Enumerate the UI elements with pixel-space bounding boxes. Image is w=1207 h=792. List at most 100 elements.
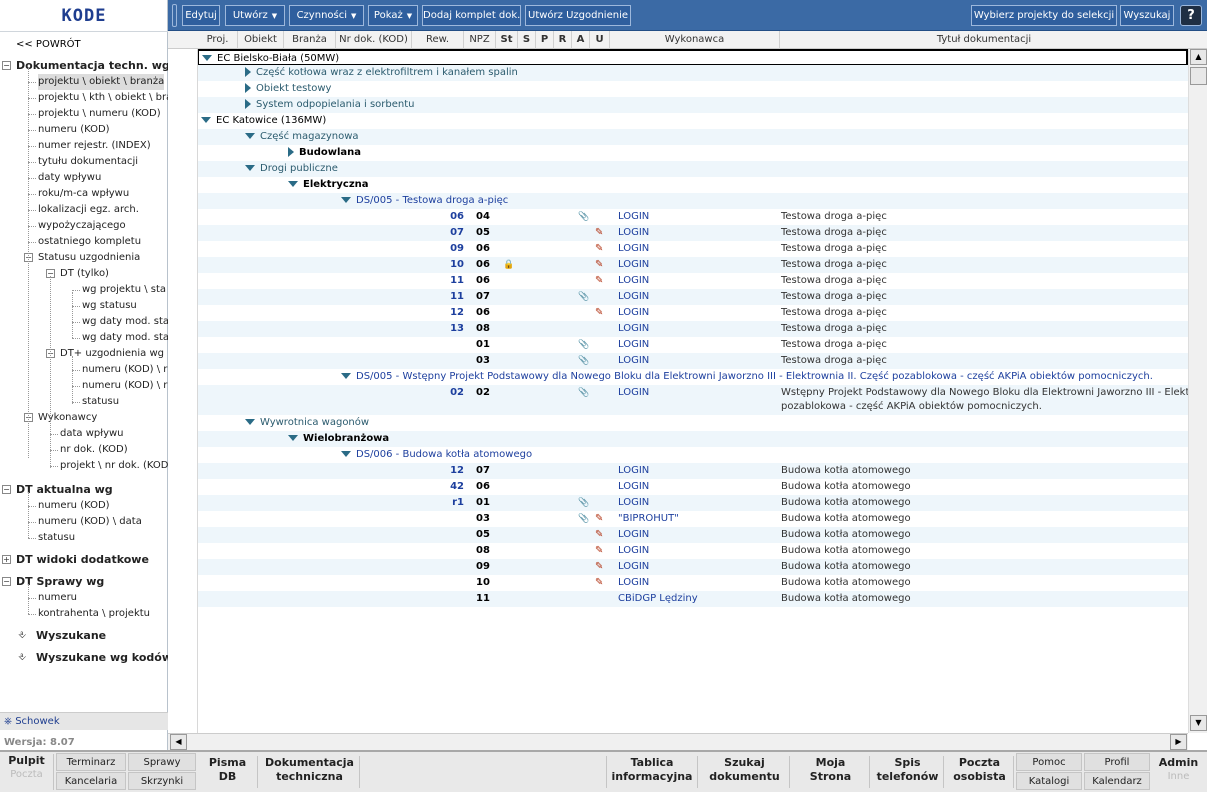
contractor-link[interactable]: LOGIN [618,495,649,511]
create-dropdown[interactable]: Utwórz ▼ [225,5,285,26]
document-row[interactable]: 12 06 ✎ LOGIN Testowa droga a-pięc [198,305,1188,321]
group-obiekt-testowy[interactable]: Obiekt testowy [198,81,1188,97]
document-row[interactable]: 06 04 📎 LOGIN Testowa droga a-pięc [198,209,1188,225]
col-rew[interactable]: Rew. [412,31,464,49]
tree-item-t26[interactable]: DT aktualna wg [16,482,113,498]
tree-item-t0[interactable]: Dokumentacja techn. wg [16,58,168,74]
contractor-link[interactable]: LOGIN [618,463,649,479]
group-drogi-publiczne[interactable]: Drogi publiczne [198,161,1188,177]
nav-szukaj[interactable]: Szukaj dokumentu [700,756,790,788]
tree-item-t17[interactable]: wg daty mod. sta [82,330,168,346]
edit-note-icon[interactable]: ✎ [595,527,603,543]
contractor-link[interactable]: LOGIN [618,289,649,305]
document-row[interactable]: 10 ✎ LOGIN Budowa kotła atomowego [198,575,1188,591]
group-czesc-magazynowa-label[interactable]: Część magazynowa [245,129,359,145]
col-r[interactable]: R [554,31,572,49]
nav-dokumentacja[interactable]: Dokumentacja techniczna [260,756,360,788]
tree-item-t21[interactable]: statusu [82,394,119,410]
document-row[interactable]: 08 ✎ LOGIN Budowa kotła atomowego [198,543,1188,559]
group-ec-bielsko[interactable]: EC Bielsko-Biała (50MW) [198,49,1188,66]
attachment-icon[interactable]: 📎 [578,495,589,511]
show-dropdown[interactable]: Pokaż ▼ [368,5,418,26]
add-set-button[interactable]: Dodaj komplet dok. [422,5,521,26]
contractor-link[interactable]: LOGIN [618,305,649,321]
col-a[interactable]: A [572,31,590,49]
group-czesc-kotlowa[interactable]: Część kotłowa wraz z elektrofiltrem i ka… [198,65,1188,81]
col-npz[interactable]: NPZ [464,31,496,49]
group-wywrotnica[interactable]: Wywrotnica wagonów [198,415,1188,431]
document-row[interactable]: 11 06 ✎ LOGIN Testowa droga a-pięc [198,273,1188,289]
group-ds005-wstepny-label[interactable]: DS/005 - Wstępny Projekt Podstawowy dla … [341,369,1153,385]
contractor-link[interactable]: "BIPROHUT" [618,511,679,527]
tree-item-t32[interactable]: numeru [38,590,77,606]
tree-item-t4[interactable]: numeru (KOD) [38,122,110,138]
search-button[interactable]: Wyszukaj [1120,5,1174,26]
tree-item-t18[interactable]: DT+ uzgodnienia wg [60,346,164,362]
contractor-link[interactable]: LOGIN [618,257,649,273]
nav-poczta-osobista[interactable]: Poczta osobista [946,756,1014,788]
tree-item-t14[interactable]: wg projektu \ sta [82,282,166,298]
group-budowlana-label[interactable]: Budowlana [288,145,361,161]
nav-pulpit[interactable]: Pulpit Poczta [0,754,54,790]
vertical-scrollbar[interactable]: ▲ ▼ [1188,49,1207,733]
tree-item-t5[interactable]: numer rejestr. (INDEX) [38,138,151,154]
horizontal-scrollbar[interactable]: ◀ ▶ [168,733,1188,750]
contractor-link[interactable]: LOGIN [618,225,649,241]
contractor-link[interactable]: LOGIN [618,353,649,369]
expand-triangle-icon[interactable] [288,147,294,157]
nav-pomoc[interactable]: Pomoc [1016,753,1082,771]
scroll-up-icon[interactable]: ▲ [1190,49,1207,65]
select-projects-button[interactable]: Wybierz projekty do selekcji [971,5,1117,26]
nav-kalendarz[interactable]: Kalendarz [1084,772,1150,790]
tree-item-t16[interactable]: wg daty mod. sta [82,314,168,330]
document-row[interactable]: 11 07 📎 LOGIN Testowa droga a-pięc [198,289,1188,305]
nav-admin[interactable]: Admin Inne [1152,756,1205,788]
document-row[interactable]: 13 08 LOGIN Testowa droga a-pięc [198,321,1188,337]
document-row[interactable]: 09 06 ✎ LOGIN Testowa droga a-pięc [198,241,1188,257]
tree-item-t30[interactable]: DT widoki dodatkowe [16,552,149,568]
contractor-link[interactable]: LOGIN [618,479,649,495]
nav-kancelaria[interactable]: Kancelaria [56,772,126,790]
attachment-icon[interactable]: 📎 [578,353,589,369]
tree-item-t25[interactable]: projekt \ nr dok. (KOD [60,458,168,474]
nav-profil[interactable]: Profil [1084,753,1150,771]
document-row[interactable]: 07 05 ✎ LOGIN Testowa droga a-pięc [198,225,1188,241]
attachment-icon[interactable]: 📎 [578,209,589,225]
group-ds006-budowa-label[interactable]: DS/006 - Budowa kotła atomowego [341,447,532,463]
expand-triangle-icon[interactable] [245,67,251,77]
schowek-link[interactable]: ⎈ Schowek [0,712,168,730]
tree-item-t8[interactable]: roku/m-ca wpływu [38,186,129,202]
scroll-right-icon[interactable]: ▶ [1170,734,1187,750]
contractor-link[interactable]: LOGIN [618,337,649,353]
collapse-triangle-icon[interactable] [288,435,298,441]
group-wielobranzowa-label[interactable]: Wielobranżowa [288,431,389,447]
scroll-left-icon[interactable]: ◀ [170,734,187,750]
contractor-link[interactable]: LOGIN [618,575,649,591]
group-ec-katowice[interactable]: EC Katowice (136MW) [198,113,1188,129]
collapse-triangle-icon[interactable] [341,451,351,457]
group-czesc-magazynowa[interactable]: Część magazynowa [198,129,1188,145]
contractor-link[interactable]: LOGIN [618,543,649,559]
contractor-link[interactable]: LOGIN [618,273,649,289]
group-ds006-budowa[interactable]: DS/006 - Budowa kotła atomowego [198,447,1188,463]
tree-item-t6[interactable]: tytułu dokumentacji [38,154,138,170]
nav-pisma-db[interactable]: Pisma DB [198,756,258,788]
group-wielobranzowa[interactable]: Wielobranżowa [198,431,1188,447]
back-link[interactable]: << POWRÓT [16,39,81,50]
group-ds005-testowa-label[interactable]: DS/005 - Testowa droga a-pięc [341,193,508,209]
contractor-link[interactable]: LOGIN [618,559,649,575]
document-row[interactable]: 42 06 LOGIN Budowa kotła atomowego [198,479,1188,495]
tree-item-t12[interactable]: Statusu uzgodnienia [38,250,140,266]
tree-item-t34[interactable]: Wyszukane [36,628,106,644]
attachment-icon[interactable]: 📎 [578,289,589,305]
edit-note-icon[interactable]: ✎ [595,225,603,241]
tree-item-t2[interactable]: projektu \ kth \ obiekt \ bra [38,90,168,106]
group-ec-katowice-label[interactable]: EC Katowice (136MW) [201,113,326,129]
col-p[interactable]: P [536,31,554,49]
collapse-triangle-icon[interactable] [341,373,351,379]
edit-note-icon[interactable]: ✎ [595,511,603,527]
group-elektryczna-label[interactable]: Elektryczna [288,177,369,193]
edit-note-icon[interactable]: ✎ [595,559,603,575]
document-row[interactable]: 11 CBiDGP Lędziny Budowa kotła atomowego [198,591,1188,607]
document-row[interactable]: 02 02 📎 LOGIN Wstępny Projekt Podstawowy dla… [198,385,1188,415]
